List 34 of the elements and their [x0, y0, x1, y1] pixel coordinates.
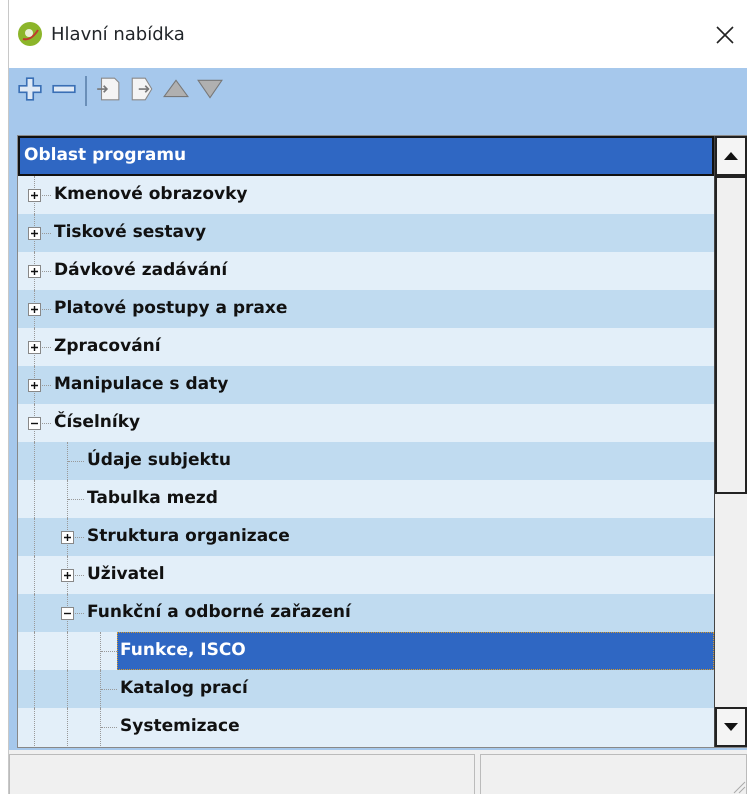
- expand-icon[interactable]: [28, 188, 41, 202]
- scroll-up-button[interactable]: [715, 136, 747, 176]
- triangle-down-icon: [724, 723, 738, 731]
- collapse-icon[interactable]: [61, 606, 74, 620]
- tree-item[interactable]: Systemizace: [117, 708, 243, 746]
- triangle-up-icon: [724, 152, 738, 160]
- tree-item[interactable]: Uživatel: [84, 556, 168, 594]
- expand-icon[interactable]: [28, 302, 41, 316]
- tree-item[interactable]: Tabulka mezd: [84, 480, 221, 518]
- document-arrow-button[interactable]: [95, 76, 121, 102]
- close-icon: [715, 24, 735, 45]
- tree-item[interactable]: Zpracování: [51, 328, 164, 366]
- expand-icon[interactable]: [28, 378, 41, 392]
- document-arrow-icon: [129, 76, 155, 102]
- tree-item[interactable]: Dávkové zadávání: [51, 252, 230, 290]
- document-arrow-button[interactable]: [129, 76, 155, 102]
- collapse-icon[interactable]: [28, 416, 41, 430]
- tree-item[interactable]: Funkce, ISCO: [117, 632, 714, 670]
- scrollbar-thumb[interactable]: [715, 176, 747, 494]
- plus-button[interactable]: [17, 76, 43, 102]
- tree-item[interactable]: Katalog prací: [117, 670, 251, 708]
- tree-item[interactable]: Číselníky: [51, 404, 144, 442]
- plus-icon: [17, 76, 43, 102]
- expand-icon[interactable]: [61, 530, 74, 544]
- expand-icon[interactable]: [28, 226, 41, 240]
- document-arrow-icon: [95, 76, 121, 102]
- tree-item[interactable]: Kmenové obrazovky: [51, 176, 250, 214]
- scroll-down-button[interactable]: [715, 707, 747, 747]
- app-logo-icon: [17, 21, 43, 47]
- expand-icon[interactable]: [61, 568, 74, 582]
- expand-icon[interactable]: [28, 264, 41, 278]
- expand-icon[interactable]: [28, 340, 41, 354]
- window-title: Hlavní nabídka: [51, 22, 186, 46]
- column-header: Oblast programu: [18, 136, 714, 176]
